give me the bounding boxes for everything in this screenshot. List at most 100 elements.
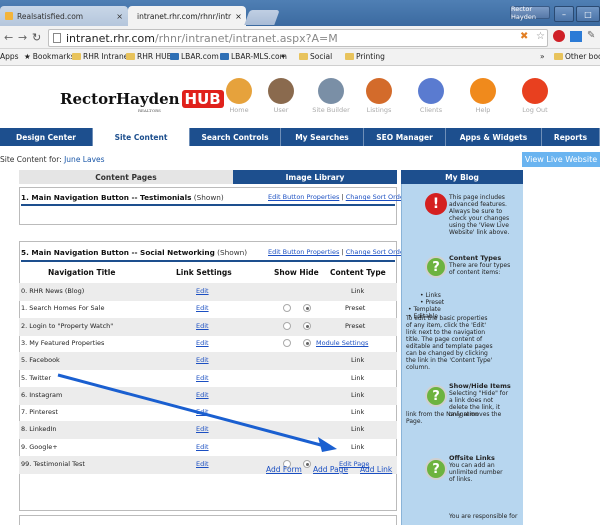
help-line: link from the Navigation	[406, 411, 479, 418]
header-listings[interactable]: Listings	[362, 78, 396, 116]
edit-link-settings[interactable]: Edit	[196, 304, 209, 312]
header-clients[interactable]: Clients	[414, 78, 448, 116]
nav-my-searches[interactable]: My Searches	[281, 128, 364, 146]
table-row: 7. Pinterest Edit Link	[19, 404, 397, 422]
folder-icon	[345, 53, 354, 60]
pinterest-icon[interactable]	[553, 30, 565, 42]
show-radio[interactable]	[283, 338, 291, 347]
back-icon[interactable]: ←	[4, 31, 13, 44]
nav-reports[interactable]: Reports	[542, 128, 600, 146]
help-line: • Preset	[420, 299, 445, 306]
help-line: Selecting "Hide" for	[449, 390, 509, 397]
header-site-builder[interactable]: Site Builder	[309, 78, 353, 116]
bookmarks-overflow[interactable]: »	[540, 52, 545, 61]
header-logout[interactable]: Log Out	[518, 78, 552, 116]
add-link-link[interactable]: Add Link	[360, 465, 392, 474]
bookmark-extras[interactable]: ✦	[280, 52, 286, 61]
nav-title: 2. Login to "Property Watch"	[21, 321, 114, 330]
nav-search-controls[interactable]: Search Controls	[190, 128, 281, 146]
close-icon[interactable]: ×	[235, 12, 242, 21]
edit-link-settings[interactable]: Edit	[196, 374, 209, 382]
bookmark-printing[interactable]: Printing	[345, 52, 385, 61]
url-path: /rhnr/intranet/intranet.aspx?A=M	[154, 31, 338, 45]
edit-button-properties-link[interactable]: Edit Button Properties	[268, 248, 339, 256]
table-row: 2. Login to "Property Watch" Edit Preset	[19, 317, 397, 336]
hide-radio[interactable]	[303, 460, 311, 468]
hide-radio[interactable]	[303, 338, 311, 347]
edit-button-properties-link[interactable]: Edit Button Properties	[268, 193, 339, 201]
wrench-icon[interactable]: ✎	[587, 30, 595, 41]
nav-title: 0. RHR News (Blog)	[21, 287, 85, 295]
help-line: check your changes	[449, 215, 510, 222]
help-line: of links.	[449, 476, 473, 483]
bookmark-apps[interactable]: Apps	[0, 52, 19, 61]
tab-realsatisfied[interactable]: Realsatisfied.com ×	[0, 6, 128, 26]
help-line: of any item, click the 'Edit'	[406, 322, 486, 329]
content-type-link[interactable]: Module Settings	[316, 339, 368, 347]
help-content-types: Content Types There are four types of cont…	[449, 254, 511, 277]
hide-radio[interactable]	[303, 321, 311, 330]
show-radio[interactable]	[283, 304, 291, 313]
help-line: title. The page content of	[406, 336, 483, 343]
edit-link-settings[interactable]: Edit	[196, 339, 209, 347]
hide-radio[interactable]	[303, 304, 311, 313]
help-line: the link in the 'Content Type'	[406, 357, 493, 364]
show-radio[interactable]	[283, 321, 291, 330]
site-logo[interactable]: RectorHayden HUB REALTORS	[60, 90, 224, 113]
bookmark-lbar[interactable]: LBAR.com	[170, 52, 219, 61]
question-icon: ?	[425, 458, 447, 480]
edit-link-settings[interactable]: Edit	[196, 443, 209, 451]
pin-icon: ✦	[280, 52, 287, 61]
nav-design-center[interactable]: Design Center	[0, 128, 93, 146]
maximize-button[interactable]: □	[576, 6, 600, 22]
tab-content-pages[interactable]: Content Pages	[19, 170, 233, 184]
edit-link-settings[interactable]: Edit	[196, 460, 209, 468]
table-row: 5. Facebook Edit Link	[19, 352, 397, 371]
bookmark-rhr-intranet[interactable]: RHR Intranet	[72, 52, 131, 61]
address-bar[interactable]: intranet.rhr.com/rhnr/intranet/intranet.…	[48, 29, 548, 47]
close-icon[interactable]: ×	[116, 12, 123, 21]
bookmark-other[interactable]: Other boo	[554, 52, 600, 61]
bookmark-lbar-mls[interactable]: LBAR-MLS.com	[220, 52, 287, 61]
minimize-button[interactable]: –	[554, 6, 574, 22]
section-actions: Edit Button Properties | Change Sort Ord…	[268, 193, 407, 201]
nav-seo-manager[interactable]: SEO Manager	[364, 128, 446, 146]
bookmark-social[interactable]: Social	[299, 52, 332, 61]
content-type: Preset	[345, 304, 366, 313]
view-live-website-button[interactable]: View Live Website	[522, 152, 600, 167]
header-help[interactable]: Help	[466, 78, 500, 116]
nav-apps-widgets[interactable]: Apps & Widgets	[446, 128, 542, 146]
extension-icon[interactable]: ✖	[520, 31, 528, 42]
bookmark-bookmarks[interactable]: ★ Bookmarks	[24, 52, 75, 61]
reload-icon[interactable]: ↻	[32, 31, 41, 44]
tab-intranet[interactable]: intranet.rhr.com/rhnr/intr ×	[128, 6, 246, 26]
tab-image-library[interactable]: Image Library	[233, 170, 397, 184]
star-icon[interactable]: ☆	[536, 31, 545, 42]
edit-link-settings[interactable]: Edit	[196, 425, 209, 433]
profile-button[interactable]: Rector Hayden	[510, 5, 550, 21]
nav-site-content[interactable]: Site Content	[93, 128, 190, 146]
edit-link-settings[interactable]: Edit	[196, 287, 209, 295]
bookmark-rhr-hub[interactable]: RHR HUB	[126, 52, 172, 61]
header-home[interactable]: Home	[222, 78, 256, 116]
header-user[interactable]: User	[264, 78, 298, 116]
edit-link-settings[interactable]: Edit	[196, 322, 209, 330]
column-link-settings: Link Settings	[176, 268, 232, 277]
section-title: 5. Main Navigation Button -- Social Netw…	[21, 248, 248, 257]
forward-icon[interactable]: →	[18, 31, 27, 44]
change-sort-order-link[interactable]: Change Sort Order	[346, 248, 407, 256]
content-type: Link	[351, 408, 365, 417]
tab-my-blog[interactable]: My Blog	[401, 170, 523, 184]
help-line: • Links	[420, 292, 441, 299]
change-sort-order-link[interactable]: Change Sort Order	[346, 193, 407, 201]
content-types-body: To edit the basic properties of any item,…	[406, 315, 493, 371]
edit-link-settings[interactable]: Edit	[196, 391, 209, 399]
add-page-link[interactable]: Add Page	[313, 465, 348, 474]
edit-link-settings[interactable]: Edit	[196, 356, 209, 364]
help-line: column.	[406, 364, 430, 371]
add-form-link[interactable]: Add Form	[266, 465, 302, 474]
edit-link-settings[interactable]: Edit	[196, 408, 209, 416]
new-tab-button[interactable]	[244, 10, 280, 25]
right-gutter	[523, 184, 600, 525]
extension-icon[interactable]	[570, 31, 582, 42]
